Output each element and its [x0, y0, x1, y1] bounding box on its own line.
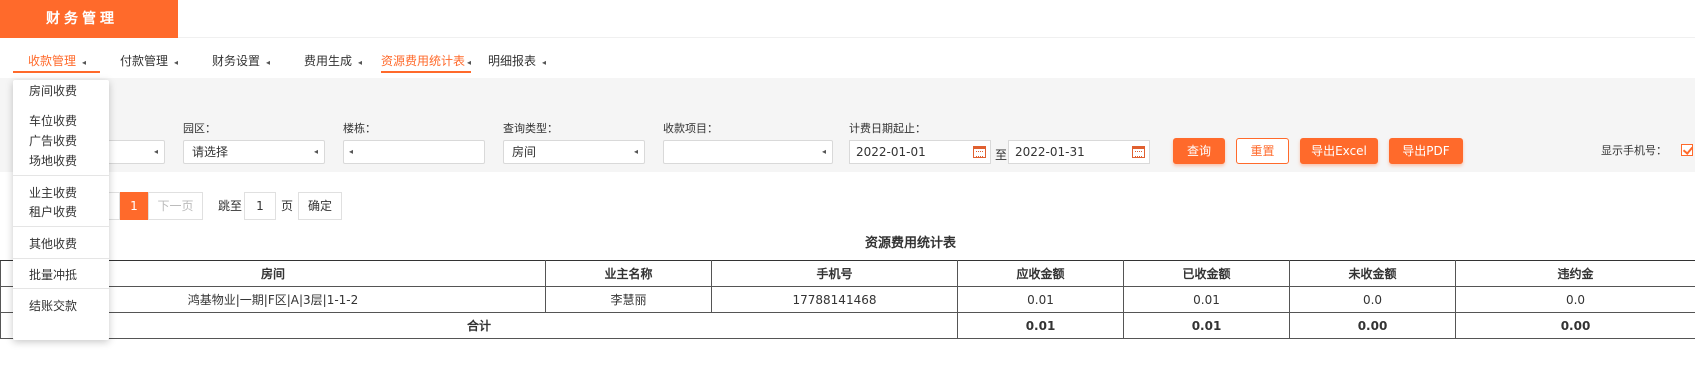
cell-penalty: 0.0: [1455, 286, 1695, 313]
content-band: [0, 78, 1695, 106]
tab-label: 资源费用统计表: [381, 54, 466, 68]
charge-item-select[interactable]: ◂: [663, 140, 833, 164]
tab-label: 收款管理: [28, 54, 77, 68]
report-table: 房间 业主名称 手机号 应收金额 已收金额 未收金额 违约金 鸿基物业|一期|F…: [0, 260, 1695, 339]
caret-left-icon: ◂: [467, 58, 472, 67]
query-type-value: 房间: [512, 145, 537, 159]
date-from-value: 2022-01-01: [856, 145, 926, 159]
show-phone-label: 显示手机号：: [1601, 144, 1667, 157]
query-button[interactable]: 查询: [1173, 138, 1225, 164]
tab-fee-generation[interactable]: 费用生成 ◂: [304, 52, 362, 72]
column-header-owner: 业主名称: [545, 260, 712, 287]
cell-received: 0.01: [1123, 286, 1290, 313]
report-title: 资源费用统计表: [864, 236, 956, 251]
park-select[interactable]: 请选择 ◂: [183, 140, 325, 164]
caret-left-icon: ◂: [174, 58, 179, 67]
tab-collection-management[interactable]: 收款管理 ◂: [28, 52, 86, 72]
menu-item-other-charge[interactable]: 其他收费: [29, 235, 77, 252]
page-number-input[interactable]: 1: [244, 192, 276, 220]
menu-item-venue-charge[interactable]: 场地收费: [29, 152, 77, 169]
menu-divider: [13, 258, 109, 259]
confirm-page-button[interactable]: 确定: [298, 192, 342, 220]
active-tab-underline: [381, 71, 471, 73]
date-to-value: 2022-01-31: [1015, 145, 1085, 159]
brand-title: 财务管理: [0, 0, 178, 38]
export-excel-button[interactable]: 导出Excel: [1300, 138, 1378, 164]
charge-item-label: 收款项目：: [663, 122, 718, 135]
menu-item-ad-charge[interactable]: 广告收费: [29, 132, 77, 149]
show-phone-checkbox[interactable]: [1681, 144, 1693, 156]
menu-item-tenant-charge[interactable]: 租户收费: [29, 203, 77, 220]
caret-left-icon: ◂: [82, 58, 87, 67]
menu-item-owner-charge[interactable]: 业主收费: [29, 184, 77, 201]
caret-left-icon: ◂: [821, 147, 826, 156]
menu-item-settlement[interactable]: 结账交款: [29, 297, 77, 314]
column-header-received: 已收金额: [1123, 260, 1290, 287]
date-from-input[interactable]: 2022-01-01: [849, 140, 991, 164]
menu-item-room-charge[interactable]: 房间收费: [29, 82, 77, 99]
building-label: 楼栋：: [343, 122, 376, 135]
tab-payment-management[interactable]: 付款管理 ◂: [120, 52, 178, 72]
date-range-label: 计费日期起止：: [849, 122, 926, 135]
caret-left-icon: ◂: [153, 147, 158, 156]
column-header-receivable: 应收金额: [957, 260, 1124, 287]
tab-label: 费用生成: [304, 54, 353, 68]
jump-to-label: 跳至: [218, 199, 243, 213]
collection-dropdown-menu: 房间收费 车位收费 广告收费 场地收费 业主收费 租户收费 其他收费 批量冲抵 …: [13, 80, 109, 340]
active-tab-underline: [13, 71, 100, 73]
tab-resource-fee-report[interactable]: 资源费用统计表 ◂: [381, 52, 471, 72]
date-separator: 至: [995, 148, 1008, 162]
reset-button[interactable]: 重置: [1236, 138, 1289, 164]
query-type-select[interactable]: 房间 ◂: [503, 140, 645, 164]
tab-label: 付款管理: [120, 54, 169, 68]
column-header-penalty: 违约金: [1455, 260, 1695, 287]
park-select-value: 请选择: [192, 145, 229, 159]
top-bar: 财务管理: [0, 0, 1695, 38]
total-receivable: 0.01: [957, 312, 1124, 339]
caret-left-icon: ◂: [542, 58, 547, 67]
calendar-icon[interactable]: [973, 146, 986, 158]
column-header-unreceived: 未收金额: [1289, 260, 1456, 287]
calendar-icon[interactable]: [1132, 146, 1145, 158]
main-nav: 收款管理 ◂ 付款管理 ◂ 财务设置 ◂ 费用生成 ◂ 资源费用统计表 ◂ 明细报表 ◂: [0, 38, 1695, 78]
next-page-button[interactable]: 下一页: [148, 192, 203, 220]
column-header-phone: 手机号: [711, 260, 958, 287]
page-unit-label: 页: [281, 199, 294, 213]
caret-left-icon: ◂: [633, 147, 638, 156]
caret-left-icon: ◂: [313, 147, 318, 156]
cell-unreceived: 0.0: [1289, 286, 1456, 313]
query-type-label: 查询类型：: [503, 122, 558, 135]
building-select[interactable]: ◂: [343, 140, 485, 164]
tab-label: 财务设置: [212, 54, 261, 68]
table-row: 鸿基物业|一期|F区|A|3层|1-1-2 李慧丽 17788141468 0.…: [0, 286, 1695, 313]
menu-divider: [13, 175, 109, 176]
caret-left-icon: ◂: [349, 147, 354, 156]
park-label: 园区：: [183, 122, 216, 135]
tab-finance-settings[interactable]: 财务设置 ◂: [212, 52, 270, 72]
total-penalty: 0.00: [1455, 312, 1695, 339]
total-label: 合计: [0, 312, 958, 339]
total-received: 0.01: [1123, 312, 1290, 339]
page-current[interactable]: 1: [120, 192, 148, 220]
menu-divider: [13, 288, 109, 289]
export-pdf-button[interactable]: 导出PDF: [1389, 138, 1463, 164]
total-unreceived: 0.00: [1289, 312, 1456, 339]
cell-phone: 17788141468: [711, 286, 958, 313]
table-total-row: 合计 0.01 0.01 0.00 0.00: [0, 312, 1695, 339]
tab-label: 明细报表: [488, 54, 537, 68]
cell-receivable: 0.01: [957, 286, 1124, 313]
tab-detail-report[interactable]: 明细报表 ◂: [488, 52, 546, 72]
caret-left-icon: ◂: [358, 58, 363, 67]
table-header-row: 房间 业主名称 手机号 应收金额 已收金额 未收金额 违约金: [0, 260, 1695, 287]
menu-item-parking-charge[interactable]: 车位收费: [29, 112, 77, 129]
filter-bar: ◂ 园区： 请选择 ◂ 楼栋： ◂ 查询类型： 房间 ◂ 收款项目： ◂ 计费日…: [0, 106, 1695, 172]
cell-owner: 李慧丽: [545, 286, 712, 313]
caret-left-icon: ◂: [266, 58, 271, 67]
date-to-input[interactable]: 2022-01-31: [1008, 140, 1150, 164]
menu-divider: [13, 226, 109, 227]
menu-item-batch-offset[interactable]: 批量冲抵: [29, 266, 77, 283]
